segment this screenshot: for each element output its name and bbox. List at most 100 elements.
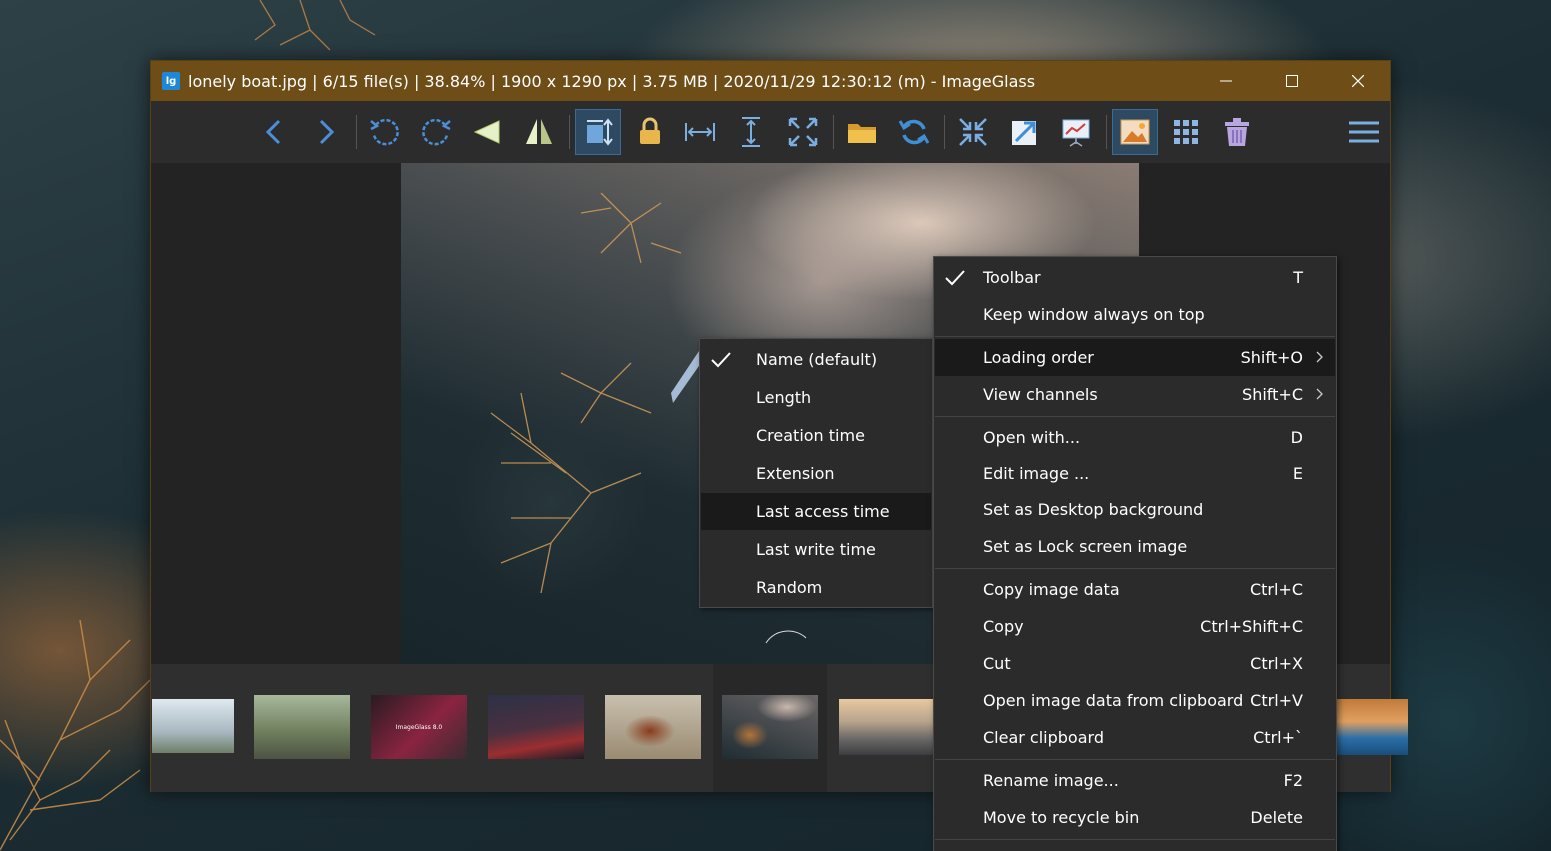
scale-to-width-button[interactable] [677,109,723,155]
scale-height-icon [742,117,760,147]
lock-icon [640,117,660,144]
menu-item-copy-image-data[interactable]: Copy image data Ctrl+C [935,571,1335,608]
menu-item-shortcut: Ctrl+X [1250,654,1303,673]
flip-horizontal-icon [473,120,500,144]
rotate-right-button[interactable] [413,109,459,155]
menu-item-label: Last access time [756,502,890,521]
flip-horizontal-button[interactable] [465,109,511,155]
menu-separator [935,416,1335,417]
thumbnail-bar-button[interactable] [1112,109,1158,155]
auto-zoom-button[interactable] [575,109,621,155]
chevron-right-icon [1316,388,1323,400]
close-button[interactable] [1325,61,1391,101]
menu-item-set-lock-screen[interactable]: Set as Lock screen image [935,528,1335,565]
menu-separator [935,336,1335,337]
open-file-button[interactable] [839,109,885,155]
menu-item-keep-on-top[interactable]: Keep window always on top [935,296,1335,333]
checkmark-icon [711,352,731,368]
wallpaper-top-branches [254,0,376,51]
menu-item-shortcut: Ctrl+C [1249,580,1303,599]
toolbar-separator [833,115,834,149]
menu-item-open-with[interactable]: Open with... D [935,419,1335,456]
menu-item-shortcut: Ctrl+Shift+C [1200,617,1303,636]
menu-item-label: Cut [983,654,1011,673]
menu-item-last-write-time[interactable]: Last write time [701,531,931,568]
thumbnail-bridge-sunset[interactable] [830,664,944,792]
flip-vertical-button[interactable] [516,109,562,155]
menu-item-cut[interactable]: Cut Ctrl+X [935,645,1335,682]
go-to-image-button[interactable] [1002,109,1048,155]
imageglass-app-icon: lg [162,72,180,90]
grid-icon [1174,120,1198,144]
menu-item-view-channels[interactable]: View channels Shift+C [935,376,1335,413]
thumbnail-red-mountains[interactable] [479,664,593,792]
menu-item-label: View channels [983,385,1098,404]
menu-item-name-default[interactable]: Name (default) [701,341,931,378]
menu-item-label: Name (default) [756,350,878,369]
menu-item-copy[interactable]: Copy Ctrl+Shift+C [935,608,1335,645]
slideshow-button[interactable] [1053,109,1099,155]
thumbnail-imageglass-splash[interactable]: ImageGlass 8.0 [362,664,476,792]
menu-item-label: Keep window always on top [983,305,1205,324]
menu-item-length[interactable]: Length [701,379,931,416]
thumbnail-lonely-boat[interactable] [713,664,827,792]
thumbnail-image: ImageGlass 8.0 [371,695,467,759]
fullscreen-icon [959,118,987,146]
menu-item-loading-order[interactable]: Loading order Shift+O [935,339,1335,376]
refresh-button[interactable] [891,109,937,155]
maximize-button[interactable] [1259,61,1325,101]
thumbnail-foggy-hills[interactable] [136,664,250,792]
menu-item-clear-clipboard[interactable]: Clear clipboard Ctrl+` [935,719,1335,756]
menu-item-label: Toolbar [983,268,1041,287]
external-arrow-icon [1012,121,1036,145]
chevron-right-icon [319,119,335,145]
delete-button[interactable] [1214,109,1260,155]
main-menu-button[interactable] [1341,109,1387,155]
scale-fit-icon [788,117,818,147]
menu-item-rename-image[interactable]: Rename image... F2 [935,762,1335,799]
menu-item-label: Move to recycle bin [983,808,1140,827]
menu-item-move-to-recycle-bin[interactable]: Move to recycle bin Delete [935,799,1335,836]
menu-separator [935,839,1335,840]
scale-to-fit-button[interactable] [780,109,826,155]
menu-item-set-desktop-background[interactable]: Set as Desktop background [935,491,1335,528]
menu-item-creation-time[interactable]: Creation time [701,417,931,454]
menu-separator [935,759,1335,760]
menu-item-label: Edit image ... [983,464,1090,483]
menu-item-random[interactable]: Random [701,569,931,606]
scale-to-height-button[interactable] [728,109,774,155]
menu-item-last-access-time[interactable]: Last access time [701,493,931,530]
signature-mark [765,630,807,644]
next-image-button[interactable] [303,109,349,155]
menu-item-edit-image[interactable]: Edit image ... E [935,455,1335,492]
menu-item-extension[interactable]: Extension [701,455,931,492]
menu-item-label: Extension [756,464,835,483]
menu-item-toolbar[interactable]: Toolbar T [935,259,1335,296]
thumbnail-image [254,695,350,759]
chevron-left-icon [265,119,281,145]
thumbnail-image [605,695,701,759]
toolbar-separator [569,115,570,149]
menu-item-shortcut: Shift+O [1240,348,1303,367]
thumbnail-image [488,695,584,759]
thumbnail-person-on-road[interactable] [245,664,359,792]
menu-item-shortcut: Ctrl+V [1250,691,1303,710]
thumbnail-image [152,699,234,753]
thumbnail-cow-in-field[interactable] [596,664,710,792]
lock-zoom-button[interactable] [627,109,673,155]
menu-item-label: Length [756,388,812,407]
previous-image-button[interactable] [251,109,297,155]
full-screen-button[interactable] [950,109,996,155]
menu-item-label: Copy image data [983,580,1120,599]
checkerboard-button[interactable] [1163,109,1209,155]
slideshow-icon [1062,119,1090,147]
menu-item-label: Clear clipboard [983,728,1104,747]
menu-item-label: Copy [983,617,1024,636]
context-menu: Toolbar T Keep window always on top Load… [933,256,1337,851]
title-bar[interactable]: lg lonely boat.jpg | 6/15 file(s) | 38.8… [151,61,1390,101]
toolbar-separator [1106,115,1107,149]
menu-item-open-from-clipboard[interactable]: Open image data from clipboard Ctrl+V [935,682,1335,719]
rotate-left-button[interactable] [362,109,408,155]
minimize-button[interactable] [1193,61,1259,101]
menu-item-label: Open with... [983,428,1081,447]
